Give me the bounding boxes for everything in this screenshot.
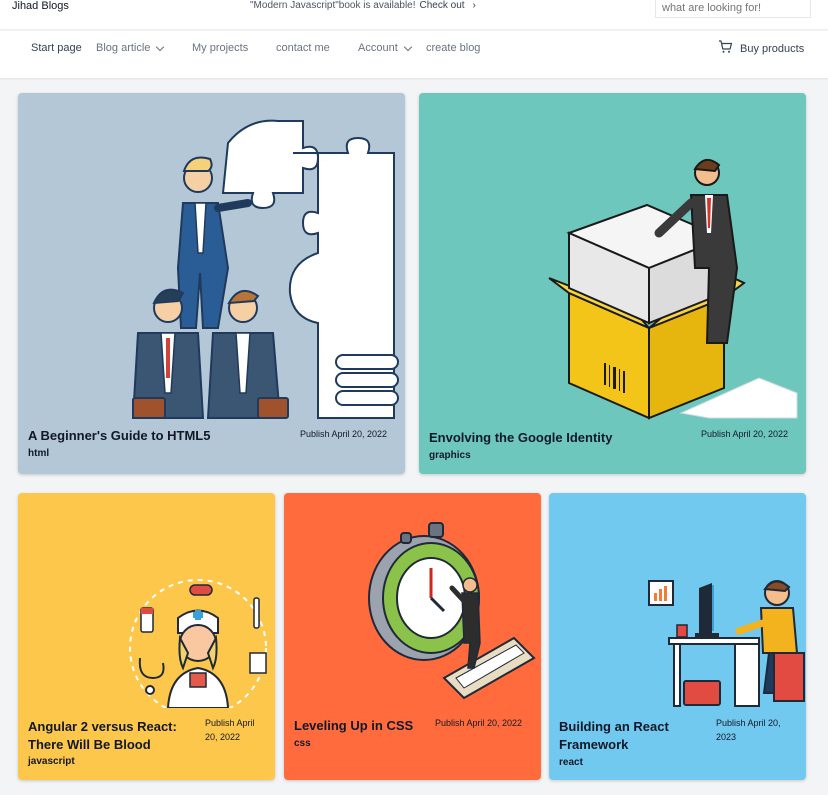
card-title[interactable]: Building an React Framework <box>559 718 669 754</box>
brand-logo-text[interactable]: Jihad Blogs <box>12 0 69 12</box>
nav-contact-me[interactable]: contact me <box>276 42 330 54</box>
card-title[interactable]: Envolving the Google Identity <box>429 429 612 447</box>
card-title[interactable]: Leveling Up in CSS <box>294 717 413 735</box>
card-tag[interactable]: html <box>28 448 49 459</box>
buy-products-label: Buy products <box>740 42 805 55</box>
javascript-illustration <box>129 579 267 708</box>
card-publish-date: Publish April 20, 2023 <box>716 716 781 744</box>
react-illustration <box>648 580 805 707</box>
card-publish-date: Publish April 20, 2022 <box>701 429 789 439</box>
card-date-line: Publish April <box>205 718 255 728</box>
nav-create-blog[interactable]: create blog <box>426 42 480 54</box>
blog-card-react[interactable]: Building an React Framework react Publis… <box>549 493 806 780</box>
chevron-down-icon <box>403 42 412 51</box>
card-date-line: 2023 <box>716 732 737 742</box>
card-publish-date: Publish April 20, 2022 <box>205 716 255 744</box>
cart-icon <box>718 40 733 57</box>
card-date-line: 20, 2022 <box>205 732 241 742</box>
card-title-line: Angular 2 versus React: <box>28 719 177 734</box>
nav-label: create blog <box>426 42 481 54</box>
nav-label: Start page <box>31 42 82 54</box>
chevron-down-icon <box>156 42 165 51</box>
graphics-illustration <box>548 158 798 420</box>
nav-label: Blog article <box>96 42 151 54</box>
announcement-text: "Modern Javascript"book is available! <box>250 0 416 11</box>
card-title-line: Framework <box>559 737 629 752</box>
announcement-banner: "Modern Javascript"book is available! Ch… <box>250 0 476 11</box>
blog-card-css[interactable]: Leveling Up in CSS css Publish April 20,… <box>284 493 541 780</box>
card-tag[interactable]: javascript <box>28 756 75 767</box>
card-publish-date: Publish April 20, 2022 <box>435 718 523 728</box>
announcement-link[interactable]: Check out <box>420 0 465 11</box>
card-title[interactable]: A Beginner's Guide to HTML5 <box>28 427 210 445</box>
css-illustration <box>368 522 536 700</box>
card-tag[interactable]: css <box>294 738 311 749</box>
top-bar: Jihad Blogs "Modern Javascript"book is a… <box>0 0 828 30</box>
html5-illustration <box>131 119 399 419</box>
main-navbar: Start page Blog article My projects cont… <box>0 31 828 78</box>
nav-my-projects[interactable]: My projects <box>192 42 248 54</box>
nav-label: My projects <box>192 42 249 54</box>
buy-products-button[interactable]: Buy products <box>718 40 804 57</box>
card-tag[interactable]: react <box>559 757 583 768</box>
search-input[interactable] <box>655 0 811 18</box>
card-title-line: There Will Be Blood <box>28 737 151 752</box>
card-title[interactable]: Angular 2 versus React: There Will Be Bl… <box>28 718 177 754</box>
blog-card-html5[interactable]: A Beginner's Guide to HTML5 html Publish… <box>18 93 405 474</box>
nav-label: contact me <box>276 42 330 54</box>
card-date-line: Publish April 20, <box>716 718 781 728</box>
nav-blog-article-dropdown[interactable]: Blog article <box>96 42 165 54</box>
chevron-right-icon: › <box>472 0 476 11</box>
nav-start-page[interactable]: Start page <box>31 42 82 54</box>
card-title-line: Building an React <box>559 719 669 734</box>
card-tag[interactable]: graphics <box>429 450 471 461</box>
blog-card-google-identity[interactable]: Envolving the Google Identity graphics P… <box>419 93 806 474</box>
blog-card-angular-react[interactable]: Angular 2 versus React: There Will Be Bl… <box>18 493 275 780</box>
nav-label: Account <box>358 42 398 54</box>
nav-account-dropdown[interactable]: Account <box>358 42 412 54</box>
card-publish-date: Publish April 20, 2022 <box>300 429 388 439</box>
